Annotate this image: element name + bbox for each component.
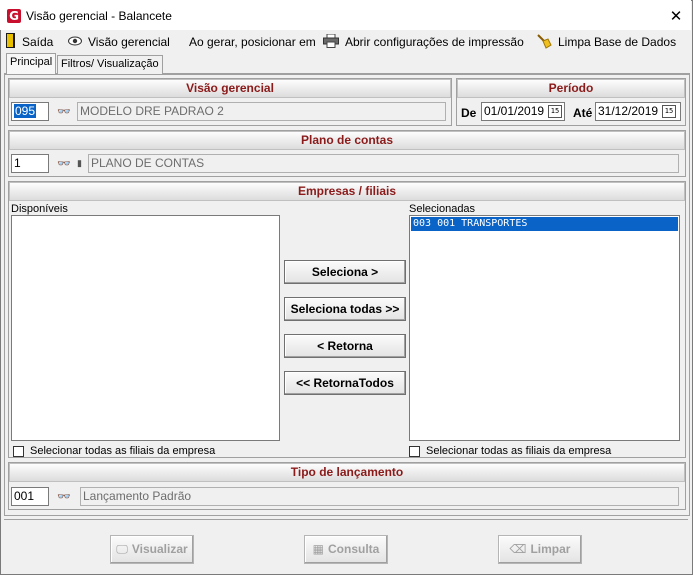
footer-separator <box>4 519 688 520</box>
select-all-left-checkbox[interactable] <box>13 446 24 457</box>
select-all-right-label: Selecionar todas as filiais da empresa <box>426 445 612 457</box>
tab-filtros-visualizacao[interactable]: Filtros/ Visualização <box>57 55 163 74</box>
selected-label: Selecionadas <box>409 203 476 215</box>
eye-icon <box>68 35 82 49</box>
clear-base-label: Limpa Base de Dados <box>558 35 677 49</box>
consulta-button[interactable]: ▦ Consulta <box>304 535 388 564</box>
tipo-heading: Tipo de lançamento <box>9 463 685 482</box>
tipo-name-field: Lançamento Padrão <box>80 487 679 506</box>
monitor-icon: 🖵 <box>116 542 128 556</box>
exit-button[interactable]: Saída <box>6 33 53 51</box>
list-item[interactable]: 003 001 TRANSPORTES <box>411 217 678 231</box>
print-config-button[interactable]: Abrir configurações de impressão <box>323 33 524 51</box>
visao-gerencial-button[interactable]: Visão gerencial <box>68 33 170 51</box>
app-logo-icon: G <box>7 9 21 23</box>
lock-icon: ▮ <box>77 158 82 168</box>
table-icon: ▦ <box>312 542 324 556</box>
close-button[interactable]: ✕ <box>665 6 687 26</box>
tipo-code-input[interactable]: 001 <box>11 487 49 506</box>
to-label: Até <box>573 106 593 120</box>
tab-principal[interactable]: Principal <box>6 53 57 74</box>
calendar-icon[interactable]: 15 <box>548 105 562 118</box>
visao-gerencial-label: Visão gerencial <box>88 35 170 49</box>
door-exit-icon <box>6 33 16 51</box>
select-button[interactable]: Seleciona > <box>284 260 406 284</box>
binoculars-icon[interactable]: 👓 <box>53 154 75 173</box>
plano-heading: Plano de contas <box>9 131 685 150</box>
select-all-right-checkbox[interactable] <box>409 446 420 457</box>
to-date-value: 31/12/2019 <box>598 104 659 118</box>
visao-heading: Visão gerencial <box>9 79 451 98</box>
from-date-value: 01/01/2019 <box>484 104 545 118</box>
eraser-icon: ⌫ <box>509 542 527 556</box>
periodo-heading: Período <box>457 79 685 98</box>
visualizar-label: Visualizar <box>131 542 188 556</box>
consulta-label: Consulta <box>328 542 380 556</box>
available-label: Disponíveis <box>11 203 68 215</box>
visao-code-value: 095 <box>14 104 37 118</box>
window-title: Visão gerencial - Balancete <box>26 9 172 23</box>
printer-icon <box>323 33 339 51</box>
clear-base-button[interactable]: Limpa Base de Dados <box>536 33 676 51</box>
select-all-left-label: Selecionar todas as filiais da empresa <box>30 445 216 457</box>
return-all-button[interactable]: << RetornaTodos <box>284 371 406 395</box>
print-config-label: Abrir configurações de impressão <box>345 35 524 49</box>
binoculars-icon[interactable]: 👓 <box>53 487 75 506</box>
plano-name-field: PLANO DE CONTAS <box>88 154 679 173</box>
visualizar-button[interactable]: 🖵 Visualizar <box>110 535 194 564</box>
select-all-button[interactable]: Seleciona todas >> <box>284 297 406 321</box>
exit-label: Saída <box>22 35 54 49</box>
limpar-button[interactable]: ⌫ Limpar <box>498 535 582 564</box>
available-list[interactable] <box>11 215 280 441</box>
empresas-heading: Empresas / filiais <box>9 182 685 201</box>
visao-code-input[interactable]: 095 <box>11 102 49 121</box>
calendar-icon[interactable]: 15 <box>662 105 676 118</box>
binoculars-icon[interactable]: 👓 <box>53 102 75 121</box>
from-label: De <box>461 106 477 120</box>
plano-code-input[interactable]: 1 <box>11 154 49 173</box>
position-label[interactable]: Ao gerar, posicionar em <box>189 33 316 51</box>
visao-name-field: MODELO DRE PADRAO 2 <box>77 102 446 121</box>
selected-list[interactable]: 003 001 TRANSPORTES <box>409 215 680 441</box>
return-button[interactable]: < Retorna <box>284 334 406 358</box>
limpar-label: Limpar <box>530 542 571 556</box>
broom-icon <box>536 33 552 52</box>
